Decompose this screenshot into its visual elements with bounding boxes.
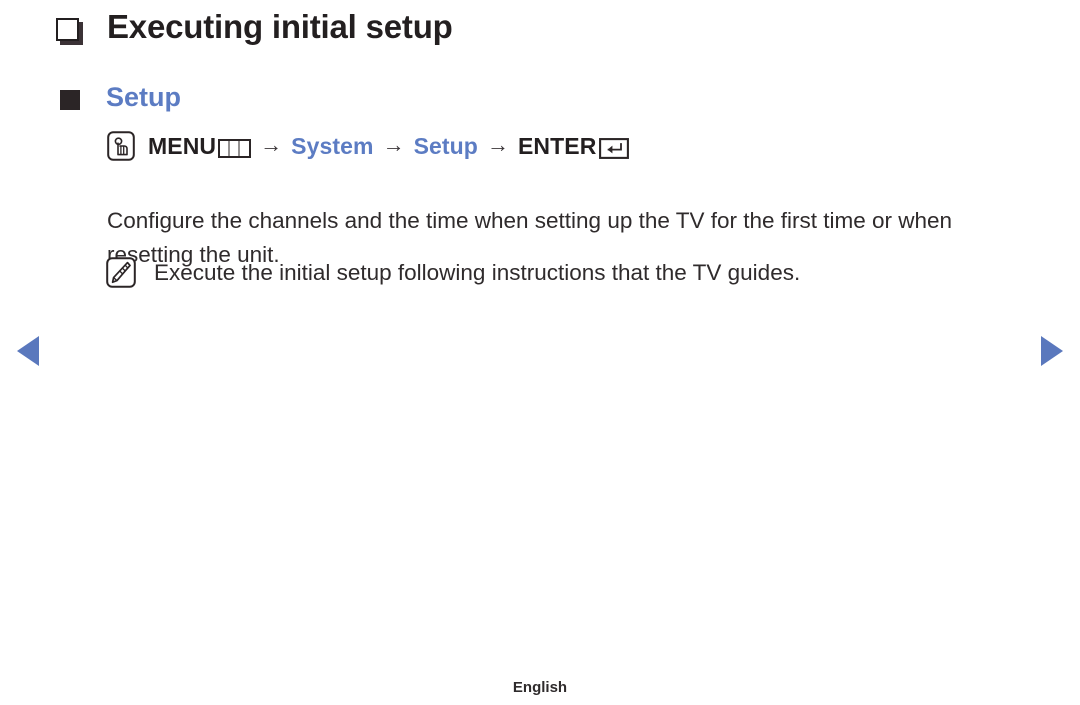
triangle-left-icon[interactable] xyxy=(17,336,39,366)
menu-label: MENU xyxy=(148,132,217,159)
path-arrow-1: → xyxy=(260,132,283,157)
footer-language: English xyxy=(512,679,568,696)
manual-page: Executing initial setup Setup MENU → Sys… xyxy=(0,0,1080,705)
menu-grid-icon xyxy=(218,138,252,158)
hand-touch-icon xyxy=(107,131,135,161)
note-text: Execute the initial setup following inst… xyxy=(154,260,801,285)
path-step-system: System xyxy=(291,132,374,159)
filled-square-icon xyxy=(60,89,80,110)
path-step-setup: Setup xyxy=(413,132,478,159)
page-title: Executing initial setup xyxy=(56,8,453,46)
path-arrow-2: → xyxy=(382,132,405,157)
note-line: Execute the initial setup following inst… xyxy=(106,257,800,288)
page-title-text: Executing initial setup xyxy=(107,8,453,45)
enter-label: ENTER xyxy=(517,132,597,159)
enter-return-icon xyxy=(599,137,630,159)
note-pencil-icon xyxy=(106,257,136,288)
section-heading: Setup xyxy=(60,82,181,113)
section-heading-text: Setup xyxy=(106,82,182,112)
triangle-right-icon[interactable] xyxy=(1041,336,1063,366)
menu-path: MENU → System → Setup → ENTER xyxy=(107,131,630,161)
path-arrow-3: → xyxy=(486,132,509,157)
hollow-square-icon xyxy=(56,17,79,41)
